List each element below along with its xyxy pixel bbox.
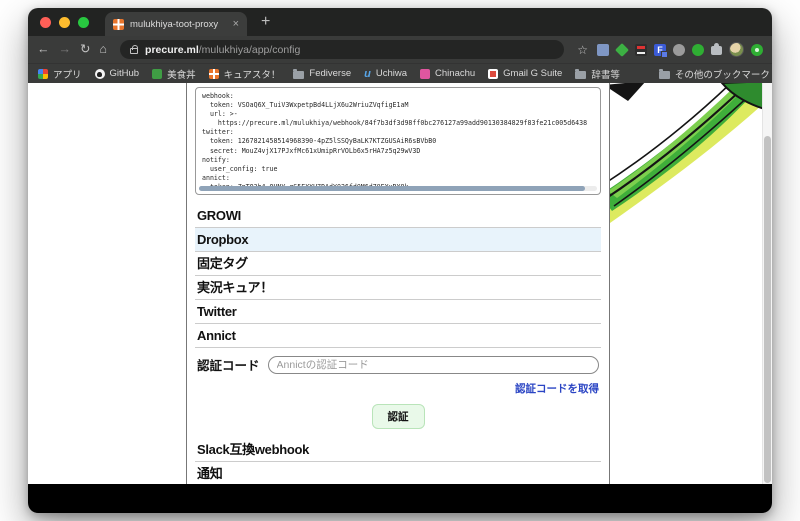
folder-icon bbox=[293, 71, 304, 79]
get-auth-code-link[interactable]: 認証コードを取得 bbox=[515, 383, 599, 395]
adblock-extension-icon[interactable] bbox=[635, 44, 647, 56]
config-yaml-box: webhook: token: VSOaQ6X_TuiV3WxpetpBd4LL… bbox=[195, 87, 601, 195]
bookmark-curesta[interactable]: キュアスタ！ bbox=[209, 67, 281, 81]
bookmark-chinachu[interactable]: Chinachu bbox=[420, 68, 475, 79]
code-horizontal-scrollbar[interactable] bbox=[199, 186, 597, 191]
profile-avatar[interactable] bbox=[729, 42, 744, 57]
bookmark-folder-fediverse[interactable]: Fediverse bbox=[293, 68, 351, 79]
reload-icon[interactable]: ↻ bbox=[80, 43, 90, 56]
code-scrollbar-thumb[interactable] bbox=[199, 186, 585, 191]
config-panel: webhook: token: VSOaQ6X_TuiV3WxpetpBd4LL… bbox=[186, 83, 610, 487]
home-icon[interactable]: ⌂ bbox=[99, 43, 107, 56]
bookmark-label: Fediverse bbox=[309, 68, 351, 79]
folder-icon bbox=[659, 71, 670, 79]
auth-code-input[interactable] bbox=[268, 356, 599, 374]
bookmark-label: キュアスタ！ bbox=[224, 67, 281, 81]
pink-site-icon bbox=[420, 69, 430, 79]
config-yaml-text: webhook: token: VSOaQ6X_TuiV3WxpetpBd4LL… bbox=[202, 92, 594, 192]
bookmark-label: 美食丼 bbox=[167, 67, 196, 81]
screenshot-extension-icon[interactable] bbox=[597, 44, 609, 56]
mulukhiya-plant-illustration bbox=[600, 83, 772, 227]
browser-window: mulukhiya-toot-proxy × + ← → ↻ ⌂ precure… bbox=[28, 8, 772, 513]
bookmark-bishokudon[interactable]: 美食丼 bbox=[152, 67, 196, 81]
annict-auth-form: 認証コード bbox=[195, 355, 601, 374]
green-diamond-extension-icon[interactable] bbox=[615, 43, 629, 57]
apps-grid-icon bbox=[38, 69, 48, 79]
forward-icon[interactable]: → bbox=[59, 43, 72, 56]
section-list-bottom: Slack互換webhook 通知 bbox=[195, 438, 601, 486]
address-bar[interactable]: precure.ml/mulukhiya/app/config bbox=[120, 40, 564, 59]
other-bookmarks-label: その他のブックマーク bbox=[675, 67, 770, 81]
new-tab-button[interactable]: + bbox=[261, 14, 270, 30]
green-status-extension-icon[interactable] bbox=[751, 44, 763, 56]
bookmark-star-icon[interactable]: ☆ bbox=[577, 43, 588, 57]
bookmarks-bar: アプリ GitHub 美食丼 キュアスタ！ Fediverse uUchiwa … bbox=[28, 63, 772, 83]
section-growi[interactable]: GROWI bbox=[195, 204, 601, 228]
auth-code-label: 認証コード bbox=[197, 355, 260, 374]
browser-tab[interactable]: mulukhiya-toot-proxy × bbox=[105, 12, 247, 36]
screenshot-stage: mulukhiya-toot-proxy × + ← → ↻ ⌂ precure… bbox=[0, 0, 800, 521]
lock-icon bbox=[130, 48, 138, 54]
section-twitter[interactable]: Twitter bbox=[195, 300, 601, 324]
github-icon bbox=[95, 69, 105, 79]
bookmark-label: GitHub bbox=[110, 68, 140, 79]
url-path: /mulukhiya/app/config bbox=[199, 44, 301, 56]
close-window-button[interactable] bbox=[40, 17, 51, 28]
orange-site-icon bbox=[209, 69, 219, 79]
section-dropbox[interactable]: Dropbox bbox=[195, 228, 601, 252]
url-text: precure.ml/mulukhiya/app/config bbox=[145, 44, 300, 56]
minimize-window-button[interactable] bbox=[59, 17, 70, 28]
browser-toolbar: ← → ↻ ⌂ precure.ml/mulukhiya/app/config … bbox=[28, 36, 772, 63]
tab-strip: mulukhiya-toot-proxy × + bbox=[28, 8, 772, 36]
folder-icon bbox=[575, 71, 586, 79]
url-domain: precure.ml bbox=[145, 44, 199, 56]
auth-button-row: 認証 bbox=[195, 404, 601, 429]
page-scrollbar-thumb[interactable] bbox=[764, 136, 771, 483]
auth-button[interactable]: 認証 bbox=[372, 404, 425, 429]
blue-f-extension-icon[interactable]: F bbox=[654, 44, 666, 56]
tab-favicon-icon bbox=[113, 19, 124, 30]
uchiwa-icon: u bbox=[364, 69, 371, 79]
bookmark-label: Gmail G Suite bbox=[503, 68, 562, 79]
get-code-link-row: 認証コードを取得 bbox=[195, 379, 601, 397]
bookmark-uchiwa[interactable]: u Uchiwa bbox=[364, 68, 407, 79]
green-circle-extension-icon[interactable] bbox=[692, 44, 704, 56]
bookmark-apps[interactable]: アプリ bbox=[38, 67, 82, 81]
tab-close-icon[interactable]: × bbox=[233, 19, 239, 30]
back-icon[interactable]: ← bbox=[37, 43, 50, 56]
bookmark-label: 辞書等 bbox=[591, 67, 620, 81]
other-bookmarks-button[interactable]: その他のブックマーク bbox=[659, 67, 770, 81]
bookmark-label: Chinachu bbox=[435, 68, 475, 79]
extensions-puzzle-icon[interactable] bbox=[711, 46, 722, 55]
section-list: GROWI Dropbox 固定タグ 実況キュア！ Twitter Annict bbox=[195, 204, 601, 348]
gmail-icon bbox=[488, 69, 498, 79]
page-bottom-black-strip bbox=[28, 484, 772, 513]
section-slack-webhook[interactable]: Slack互換webhook bbox=[195, 438, 601, 462]
tab-title: mulukhiya-toot-proxy bbox=[130, 19, 227, 30]
bookmark-label: Uchiwa bbox=[376, 68, 407, 79]
section-fixed-tags[interactable]: 固定タグ bbox=[195, 252, 601, 276]
bookmark-folder-dictionaries[interactable]: 辞書等 bbox=[575, 67, 620, 81]
extensions-row: F bbox=[597, 42, 763, 57]
zoom-window-button[interactable] bbox=[78, 17, 89, 28]
page-scrollbar[interactable] bbox=[762, 83, 772, 484]
traffic-lights bbox=[40, 17, 89, 28]
green-site-icon bbox=[152, 69, 162, 79]
bookmark-gmail[interactable]: Gmail G Suite bbox=[488, 68, 562, 79]
page-viewport: webhook: token: VSOaQ6X_TuiV3WxpetpBd4LL… bbox=[28, 83, 772, 513]
gray-extension-icon[interactable] bbox=[673, 44, 685, 56]
bookmark-github[interactable]: GitHub bbox=[95, 68, 140, 79]
section-annict[interactable]: Annict bbox=[195, 324, 601, 348]
bookmark-label: アプリ bbox=[53, 67, 82, 81]
section-notify[interactable]: 通知 bbox=[195, 462, 601, 486]
section-jikkyo-cure[interactable]: 実況キュア！ bbox=[195, 276, 601, 300]
